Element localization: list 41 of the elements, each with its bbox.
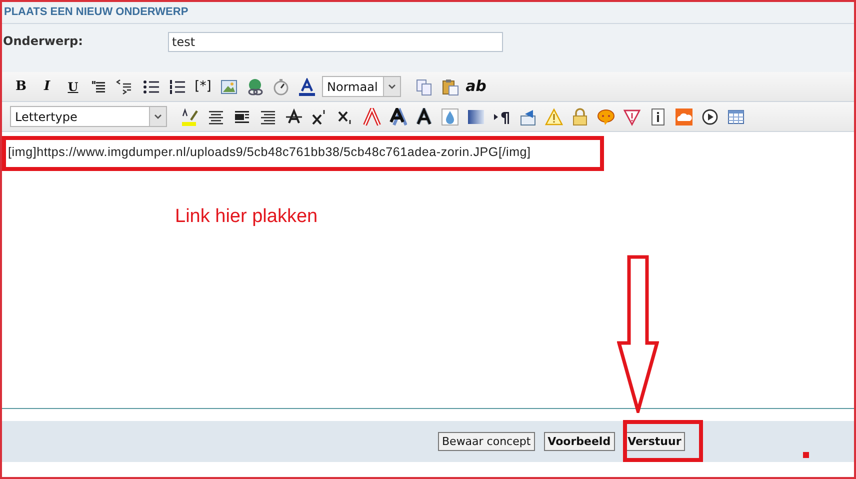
form-title: PLAATS EEN NIEUW ONDERWERP [4, 5, 188, 20]
format-button[interactable]: ab [463, 75, 489, 98]
format-button[interactable]: U [60, 78, 86, 96]
gradient-icon[interactable] [467, 108, 485, 126]
annotation-note: Link hier plakken [175, 205, 318, 229]
format-button[interactable]: B [8, 76, 34, 96]
dropdown[interactable]: Lettertype [10, 106, 167, 127]
text-color-icon[interactable] [298, 78, 316, 96]
envelope-arrow-icon[interactable] [519, 108, 537, 126]
warning-icon[interactable] [545, 108, 563, 126]
droplet-icon[interactable] [441, 108, 459, 126]
numbered-list-icon[interactable] [168, 78, 186, 96]
strikethrough-icon[interactable] [285, 108, 303, 126]
speech-bubble-icon[interactable] [597, 108, 615, 126]
caret-icon [154, 114, 162, 119]
subject-field[interactable]: test [168, 32, 503, 52]
triangle-alert-icon[interactable] [623, 108, 641, 126]
highlighter-icon[interactable] [181, 108, 199, 126]
dropdown[interactable]: Normaal [322, 76, 401, 97]
editor-text: [img]https://www.imgdumper.nl/uploads9/5cb48c761bb38/5cb48c761adea-zorin.JPG[/img] [8, 145, 531, 159]
outlined-letter-icon[interactable] [363, 108, 381, 126]
image-icon[interactable] [220, 78, 238, 96]
bullet-list-icon[interactable] [142, 78, 160, 96]
form-button[interactable]: Voorbeeld [544, 432, 615, 451]
globe-link-icon[interactable] [246, 78, 264, 96]
info-page-icon[interactable] [649, 108, 667, 126]
lock-icon[interactable] [571, 108, 589, 126]
cloud-icon[interactable] [675, 108, 693, 126]
paste-icon[interactable] [441, 78, 459, 96]
glow-letter-icon[interactable] [415, 108, 433, 126]
shadow-letter-icon[interactable] [389, 108, 407, 126]
table-icon[interactable] [727, 108, 745, 126]
code-icon[interactable] [116, 78, 134, 96]
format-button[interactable]: [*] [190, 76, 216, 96]
play-icon[interactable] [701, 108, 719, 126]
caret-icon [388, 84, 396, 89]
subject-label: Onderwerp: [3, 33, 84, 50]
stopwatch-icon[interactable] [272, 78, 290, 96]
copy-icon[interactable] [415, 78, 433, 96]
form-button[interactable]: Bewaar concept [438, 432, 535, 451]
format-button[interactable]: I [34, 76, 60, 96]
